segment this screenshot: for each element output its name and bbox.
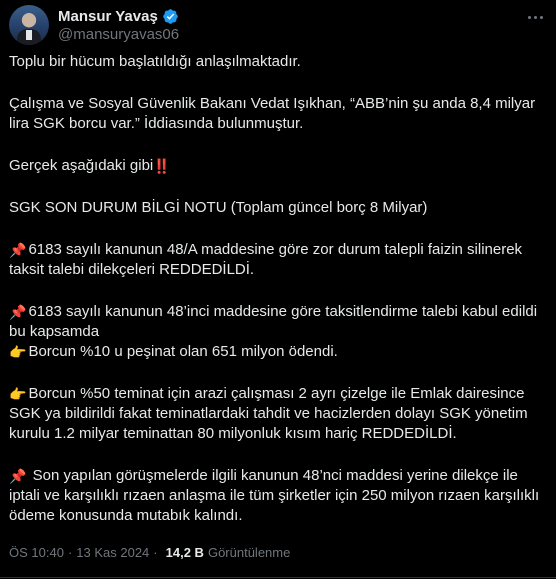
divider [0,577,556,578]
tweet-header: Mansur Yavaş @mansuryavas06 [0,0,556,50]
tweet-text: Toplu bir hücum başlatıldığı anlaşılmakt… [9,52,545,526]
tweet-paragraph-6-text: 6183 sayılı kanunun 48’inci maddesine gö… [9,303,538,340]
views-label: Görüntülenme [207,545,291,560]
pushpin-icon: 📌 [9,469,27,485]
double-exclamation-icon: ‼️ [153,159,171,175]
tweet-paragraph-5: 📌 6183 sayılı kanunun 48/A maddesine göre… [9,240,545,280]
pointing-hand-icon: 👉 [9,345,27,361]
pushpin-icon: 📌 [9,243,27,259]
author-name-row: Mansur Yavaş [58,7,179,25]
views-count[interactable]: 14,2 B [166,545,204,560]
avatar[interactable] [9,5,49,45]
tweet-paragraph-9: 📌 Son yapılan görüşmelerde ilgili kanunu… [9,466,545,526]
verified-badge-icon[interactable] [162,8,179,25]
meta-separator: · [67,545,73,560]
tweet-paragraph-8-text: Borcun %50 teminat için arazi çalışması … [9,385,528,442]
tweet-paragraph-9-text: Son yapılan görüşmelerde ilgili kanunun … [9,467,540,524]
meta-separator: · [153,545,158,560]
tweet-time[interactable]: ÖS 10:40 [9,545,64,560]
tweet-paragraph-8: 👉 Borcun %50 teminat için arazi çalışması… [9,384,545,444]
tweet-paragraph-5-text: 6183 sayılı kanunun 48/A maddesine göre … [9,241,523,278]
tweet-paragraph-1: Toplu bir hücum başlatıldığı anlaşılmakt… [9,53,301,70]
tweet-paragraph-3: Gerçek aşağıdaki gibi‼️ [9,156,545,176]
pointing-hand-icon: 👉 [9,387,27,403]
tweet-meta: ÖS 10:40 · 13 Kas 2024 · 14,2 B Görüntül… [9,545,290,560]
tweet-paragraph-3-text: Gerçek aşağıdaki gibi [9,157,154,174]
tweet-paragraph-2: Çalışma ve Sosyal Güvenlik Bakanı Vedat … [9,95,536,132]
tweet-paragraph-7: 👉 Borcun %10 u peşinat olan 651 milyon öd… [9,342,545,362]
tweet-paragraph-6: 📌 6183 sayılı kanunun 48’inci maddesine g… [9,302,545,342]
avatar-shirt [26,30,32,40]
tweet-paragraph-4: SGK SON DURUM BİLGİ NOTU (Toplam güncel … [9,199,428,216]
tweet-paragraph-7-text: Borcun %10 u peşinat olan 651 milyon öde… [28,343,338,360]
author-name[interactable]: Mansur Yavaş [58,8,158,25]
more-horizontal-icon[interactable] [524,6,546,28]
author-handle[interactable]: @mansuryavas06 [58,26,179,43]
tweet-date[interactable]: 13 Kas 2024 [76,545,149,560]
pushpin-icon: 📌 [9,305,27,321]
